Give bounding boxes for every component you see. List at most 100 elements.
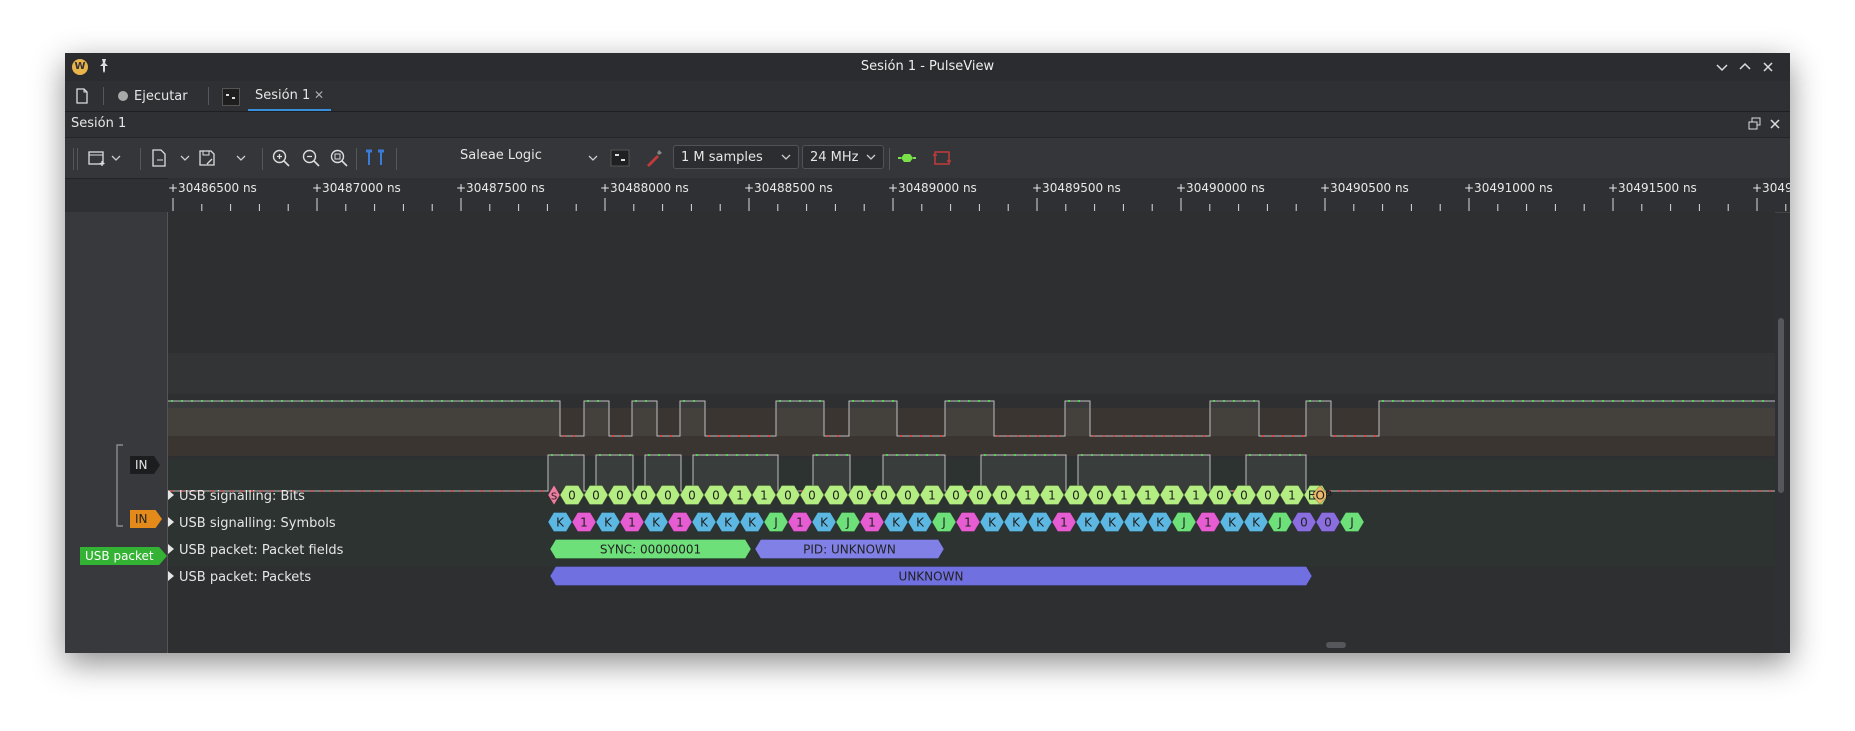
- signal-canvas: S00000001100000010001100111100010EOP K1K…: [168, 212, 1775, 653]
- symbol-annotation-text: K: [916, 516, 925, 530]
- tab-session-1[interactable]: Sesión 1 ✕: [248, 81, 331, 111]
- sample-dot: [1302, 435, 1304, 437]
- symbol-annotation-text: 0: [1324, 516, 1332, 530]
- ruler-label: +30489000 ns: [888, 181, 977, 195]
- symbol-annotation-text: 1: [676, 516, 684, 530]
- horizontal-scrollbar[interactable]: [1326, 642, 1346, 648]
- sample-dot: [1101, 454, 1103, 456]
- zoom-out-icon[interactable]: [301, 148, 321, 168]
- sample-dot: [1201, 454, 1203, 456]
- symbol-annotation-text: K: [1132, 516, 1141, 530]
- trace-view[interactable]: S00000001100000010001100111100010EOP K1K…: [168, 212, 1775, 653]
- bit-annotation-text: 0: [856, 489, 864, 503]
- sample-dot: [1652, 400, 1654, 402]
- sample-dot: [1161, 454, 1163, 456]
- sample-dot: [1349, 490, 1351, 492]
- save-icon[interactable]: [197, 148, 217, 168]
- sample-dot: [1344, 435, 1346, 437]
- sample-dot: [1249, 454, 1251, 456]
- session-title: Sesión 1: [71, 116, 127, 131]
- sample-dot: [281, 400, 283, 402]
- expand-arrow-icon[interactable]: [168, 544, 174, 554]
- maximize-button[interactable]: [1736, 58, 1754, 76]
- packet-annotation-text: UNKNOWN: [899, 570, 964, 584]
- sample-dot: [900, 435, 902, 437]
- bit-annotation-text: 0: [640, 489, 648, 503]
- bit-annotation-text: 0: [784, 489, 792, 503]
- sample-dot: [1659, 490, 1661, 492]
- run-status-icon: [118, 91, 128, 101]
- zoom-fit-icon[interactable]: [329, 148, 349, 168]
- float-dock-icon[interactable]: [1748, 117, 1762, 135]
- decoder-badge[interactable]: USB packet: [80, 547, 167, 565]
- sample-dot: [1272, 435, 1274, 437]
- add-view-icon[interactable]: [87, 148, 107, 168]
- sample-dot: [1374, 435, 1376, 437]
- close-dock-icon[interactable]: [1768, 117, 1782, 135]
- device-label[interactable]: Saleae Logic: [460, 148, 542, 170]
- sample-dot: [1309, 400, 1311, 402]
- chevron-down-icon[interactable]: [587, 148, 599, 168]
- close-window-button[interactable]: [1759, 58, 1777, 76]
- tab-close-icon[interactable]: ✕: [314, 88, 324, 102]
- chevron-down-icon: [780, 149, 792, 168]
- decoder-row-label-fields: USB packet: Packet fields: [179, 543, 344, 558]
- sample-dot: [1419, 490, 1421, 492]
- samples-select[interactable]: 1 M samples: [673, 145, 799, 169]
- ruler-label: +30486500 ns: [168, 181, 257, 195]
- sample-dot: [371, 490, 373, 492]
- chevron-down-icon[interactable]: [110, 148, 122, 168]
- probe-icon[interactable]: [643, 148, 663, 168]
- sample-dot: [1111, 454, 1113, 456]
- channel-2-label[interactable]: IN: [130, 510, 162, 528]
- expand-arrow-icon[interactable]: [168, 517, 174, 527]
- channel-1-label[interactable]: IN: [130, 456, 160, 474]
- sample-dot: [1292, 435, 1294, 437]
- sample-dot: [1572, 400, 1574, 402]
- bit-annotation-text: 0: [592, 489, 600, 503]
- chevron-down-icon[interactable]: [235, 148, 247, 168]
- sample-dot: [391, 490, 393, 492]
- sample-dot: [1629, 490, 1631, 492]
- symbol-annotation-text: J: [845, 516, 850, 530]
- sample-dot: [1392, 400, 1394, 402]
- chevron-down-icon[interactable]: [179, 148, 191, 168]
- samplerate-select[interactable]: 24 MHz: [802, 145, 884, 169]
- run-button[interactable]: Ejecutar: [118, 85, 188, 107]
- sample-dot: [1399, 490, 1401, 492]
- sample-dot: [886, 454, 888, 456]
- samplerate-value: 24 MHz: [810, 150, 859, 165]
- sample-dot: [1193, 435, 1195, 437]
- sample-dot: [1702, 400, 1704, 402]
- sample-dot: [1742, 400, 1744, 402]
- sample-dot: [683, 400, 685, 402]
- add-decoder-icon[interactable]: [897, 148, 917, 168]
- sample-dot: [321, 490, 323, 492]
- vertical-scrollbar[interactable]: [1778, 318, 1784, 493]
- device-config-icon[interactable]: [610, 148, 630, 168]
- decoder-row-fields: SYNC: 00000001 PID: UNKNOWN: [549, 539, 945, 559]
- sample-dot: [1389, 490, 1391, 492]
- open-file-icon[interactable]: [149, 148, 169, 168]
- sample-dot: [645, 400, 647, 402]
- expand-arrow-icon[interactable]: [168, 490, 174, 500]
- sample-dot: [1402, 400, 1404, 402]
- sample-dot: [361, 490, 363, 492]
- add-math-icon[interactable]: [932, 148, 952, 168]
- time-ruler[interactable]: +30486500 ns +30487000 ns +30487500 ns +304…: [168, 178, 1790, 213]
- sample-dot: [1722, 400, 1724, 402]
- new-session-icon[interactable]: [75, 88, 89, 104]
- session-view-icon[interactable]: [222, 88, 240, 106]
- zoom-in-icon[interactable]: [271, 148, 291, 168]
- sample-dot: [1153, 435, 1155, 437]
- bit-start-marker-text: S: [551, 492, 557, 503]
- minimize-button[interactable]: [1713, 58, 1731, 76]
- sample-dot: [693, 400, 695, 402]
- sample-dot: [1442, 400, 1444, 402]
- sample-dot: [461, 400, 463, 402]
- expand-arrow-icon[interactable]: [168, 571, 174, 581]
- sample-dot: [511, 400, 513, 402]
- cursor-icon[interactable]: [365, 148, 385, 168]
- sample-dot: [1279, 454, 1281, 456]
- bit-annotation-text: 0: [808, 489, 816, 503]
